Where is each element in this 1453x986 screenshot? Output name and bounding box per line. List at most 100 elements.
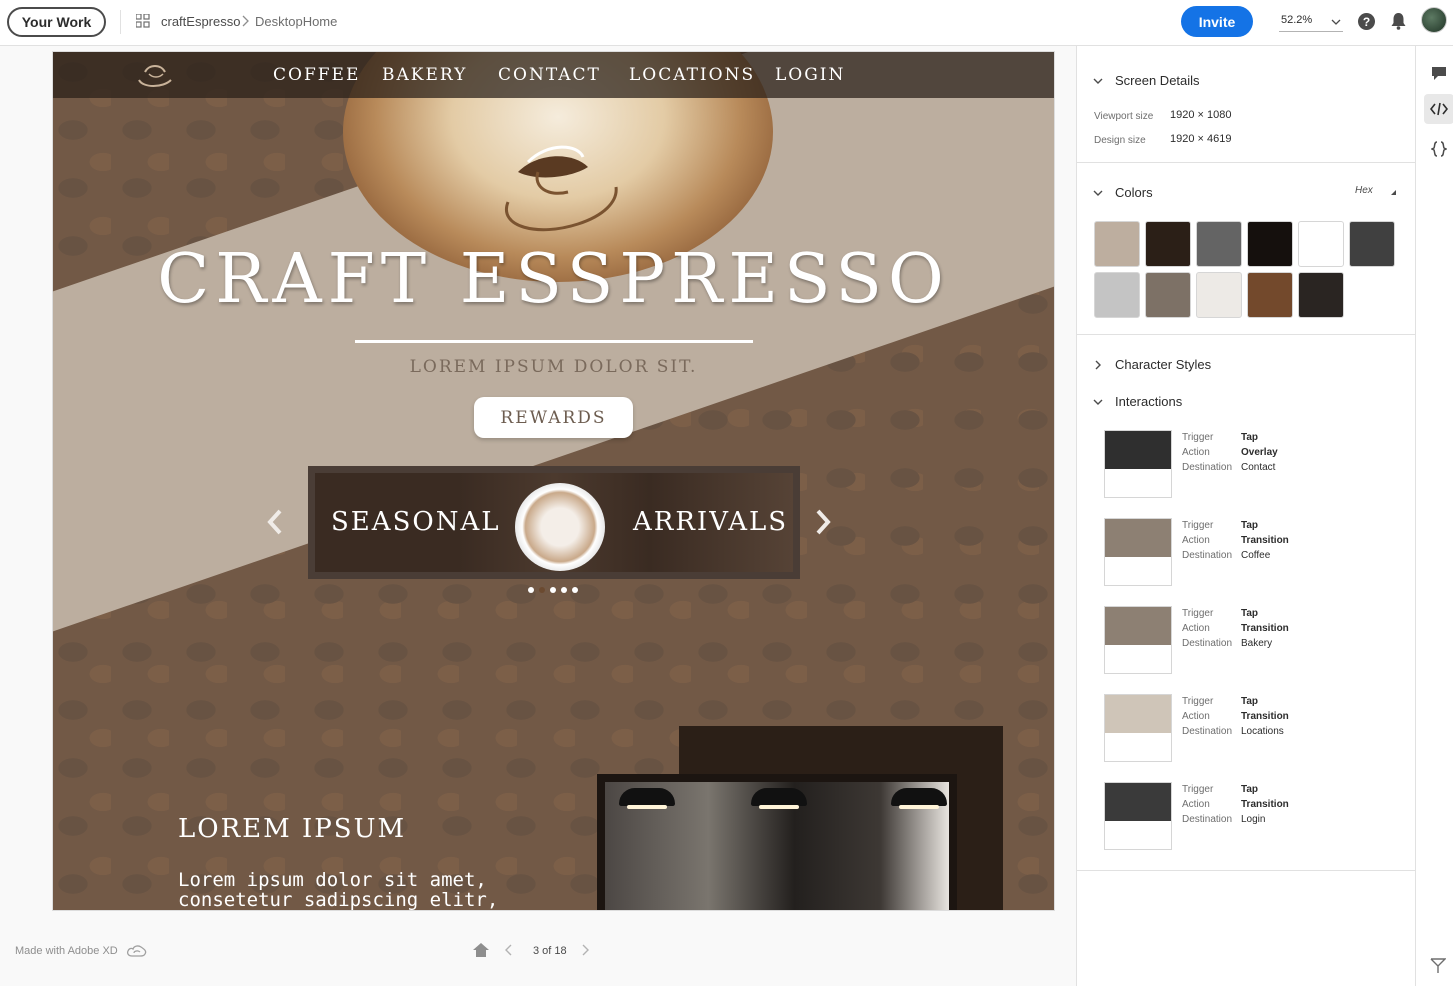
code-button[interactable]	[1424, 94, 1453, 124]
color-swatch[interactable]	[1094, 221, 1140, 267]
breadcrumb-project[interactable]: craftEspresso	[161, 14, 240, 29]
hero-subtitle: LOREM IPSUM DOLOR SIT.	[409, 357, 698, 377]
color-swatch[interactable]	[1094, 272, 1140, 318]
made-with-adobe-xd[interactable]: Made with Adobe XD	[15, 944, 148, 958]
carousel-prev-icon[interactable]	[265, 507, 285, 537]
interaction-values: Tap Transition Bakery	[1241, 606, 1289, 651]
interaction-item[interactable]: Trigger Action Destination Tap Transition Log…	[1104, 782, 1404, 850]
grid-icon[interactable]	[136, 14, 150, 28]
carousel-dot[interactable]	[528, 587, 534, 593]
trigger-label: Trigger	[1182, 784, 1214, 795]
lamp-image	[891, 788, 947, 809]
color-swatch[interactable]	[1247, 272, 1293, 318]
section-body: Lorem ipsum dolor sit amet, consetetur s…	[178, 869, 499, 910]
color-swatch[interactable]	[1145, 221, 1191, 267]
chevron-down-icon	[1093, 78, 1103, 84]
destination-thumbnail[interactable]	[1104, 606, 1172, 674]
colors-header[interactable]: Colors	[1093, 185, 1153, 200]
interaction-item[interactable]: Trigger Action Destination Tap Transition Loc…	[1104, 694, 1404, 762]
destination-value: Bakery	[1241, 638, 1273, 649]
rewards-button[interactable]: REWARDS	[474, 397, 633, 438]
next-screen-icon[interactable]	[580, 943, 590, 957]
invite-button[interactable]: Invite	[1181, 6, 1253, 37]
carousel-dot[interactable]	[572, 587, 578, 593]
avatar[interactable]	[1421, 7, 1447, 33]
nav-contact[interactable]: CONTACT	[498, 65, 601, 85]
color-swatch[interactable]	[1196, 221, 1242, 267]
carousel-dots[interactable]	[528, 587, 578, 593]
lamp-image	[751, 788, 807, 809]
design-specs-button[interactable]	[1424, 134, 1453, 164]
carousel-dot[interactable]	[561, 587, 567, 593]
action-label: Action	[1182, 711, 1210, 722]
right-rail	[1415, 46, 1453, 986]
color-swatch[interactable]	[1145, 272, 1191, 318]
chevron-down-icon	[1331, 19, 1341, 25]
action-value: Transition	[1241, 799, 1289, 810]
nav-coffee[interactable]: COFFEE	[273, 65, 360, 85]
divider	[120, 10, 121, 34]
destination-thumbnail[interactable]	[1104, 782, 1172, 850]
your-work-button[interactable]: Your Work	[7, 7, 106, 37]
color-swatch[interactable]	[1196, 272, 1242, 318]
trigger-value: Tap	[1241, 520, 1259, 531]
destination-thumbnail[interactable]	[1104, 694, 1172, 762]
divider	[1077, 162, 1415, 163]
prototype-screen[interactable]: COFFEE BAKERY CONTACT LOCATIONS LOGIN CR…	[53, 52, 1054, 910]
bell-icon[interactable]	[1390, 12, 1407, 30]
destination-label: Destination	[1182, 550, 1233, 561]
nav-login[interactable]: LOGIN	[775, 65, 845, 85]
carousel-cup-image	[515, 483, 605, 571]
color-swatch[interactable]	[1298, 221, 1344, 267]
zoom-value: 52.2%	[1281, 14, 1313, 26]
dropdown-arrow-icon[interactable]	[1391, 190, 1396, 195]
destination-label: Destination	[1182, 462, 1233, 473]
interaction-values: Tap Transition Coffee	[1241, 518, 1289, 563]
character-styles-header[interactable]: Character Styles	[1093, 357, 1211, 372]
breadcrumb-screen: DesktopHome	[255, 14, 338, 29]
design-size-label: Design size	[1094, 135, 1146, 146]
inspect-panel: Screen Details Viewport size 1920 × 1080…	[1076, 46, 1415, 986]
top-bar: Your Work craftEspresso DesktopHome Invi…	[0, 0, 1453, 46]
seasonal-carousel[interactable]: SEASONAL ARRIVALS	[308, 466, 800, 579]
logo-icon[interactable]	[133, 60, 177, 90]
destination-label: Destination	[1182, 638, 1233, 649]
home-icon[interactable]	[472, 942, 490, 958]
interaction-labels: Trigger Action Destination	[1182, 694, 1232, 739]
hero-underline	[355, 340, 753, 343]
color-swatch[interactable]	[1247, 221, 1293, 267]
destination-thumbnail[interactable]	[1104, 518, 1172, 586]
color-swatch[interactable]	[1349, 221, 1395, 267]
screen-details-header[interactable]: Screen Details	[1093, 73, 1200, 88]
trigger-label: Trigger	[1182, 696, 1214, 707]
screen-pager: 3 of 18	[470, 940, 600, 962]
carousel-dot[interactable]	[550, 587, 556, 593]
interaction-item[interactable]: Trigger Action Destination Tap Transition Cof…	[1104, 518, 1404, 586]
interaction-item[interactable]: Trigger Action Destination Tap Transition Bak…	[1104, 606, 1404, 674]
trigger-value: Tap	[1241, 432, 1259, 443]
page-count: 3 of 18	[533, 945, 567, 957]
chevron-right-icon	[1095, 360, 1101, 369]
carousel-label-left: SEASONAL	[331, 507, 501, 537]
previous-screen-icon[interactable]	[504, 943, 514, 957]
colors-title: Colors	[1115, 185, 1153, 200]
action-value: Transition	[1241, 535, 1289, 546]
collapse-icon[interactable]	[1430, 958, 1446, 974]
trigger-value: Tap	[1241, 608, 1259, 619]
destination-thumbnail[interactable]	[1104, 430, 1172, 498]
interaction-values: Tap Overlay Contact	[1241, 430, 1278, 475]
color-format-select[interactable]: Hex	[1355, 185, 1373, 196]
carousel-next-icon[interactable]	[813, 507, 833, 537]
help-icon[interactable]: ?	[1358, 13, 1375, 30]
color-swatch[interactable]	[1298, 272, 1344, 318]
carousel-dot[interactable]	[539, 587, 545, 593]
nav-locations[interactable]: LOCATIONS	[629, 65, 755, 85]
interaction-item[interactable]: Trigger Action Destination Tap Overlay Contac…	[1104, 430, 1404, 498]
interactions-header[interactable]: Interactions	[1093, 394, 1182, 409]
comment-button[interactable]	[1424, 58, 1453, 88]
zoom-select[interactable]: 52.2%	[1279, 14, 1343, 32]
hero-title: CRAFT ESSPRESSO	[157, 240, 950, 319]
carousel-label-right: ARRIVALS	[633, 507, 789, 537]
viewport-size-value: 1920 × 1080	[1170, 109, 1232, 121]
nav-bakery[interactable]: BAKERY	[382, 65, 467, 85]
